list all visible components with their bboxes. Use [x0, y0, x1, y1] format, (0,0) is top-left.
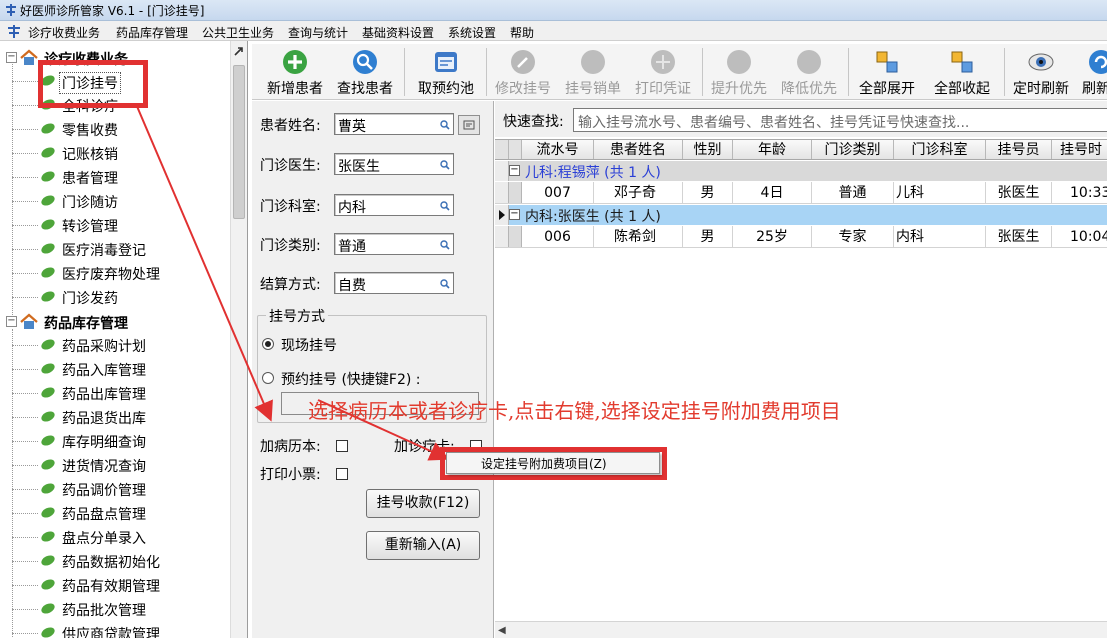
context-menu-item-set-extra-fee[interactable]: 设定挂号附加费项目(Z)	[481, 455, 607, 472]
highlight-box-registration	[38, 60, 148, 108]
annotation-text: 选择病历本或者诊疗卡,点击右键,选择设定挂号附加费用项目	[308, 399, 841, 423]
context-menu: 设定挂号附加费项目(Z)	[446, 452, 660, 474]
annotation-arrows	[135, 103, 450, 461]
